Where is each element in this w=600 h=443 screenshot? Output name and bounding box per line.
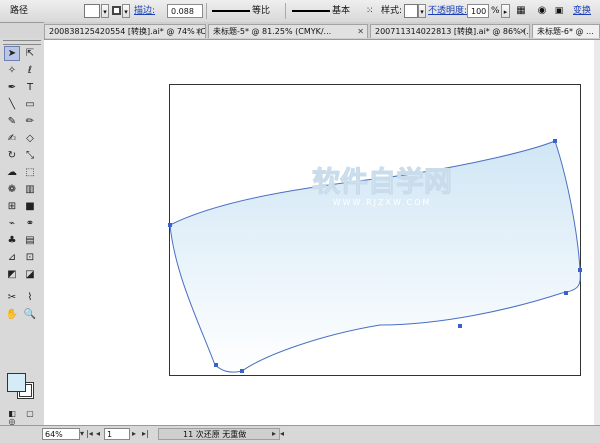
close-icon[interactable]: ✕ <box>195 25 202 38</box>
stroke-weight-field[interactable]: 0.088 <box>167 4 203 18</box>
tools-panel: ➤ ⇱ ✧ ℓ ✒ T ╲ ▭ ✎ ✏ ✍ ◇ ↻ ⤡ ☁ ⬚ ❁ ▥ ⊞ ■ ⌁ ⚭ ♣ ▤ ⊿ ⊡ ◩ ◪ ✂ ⌇ ✋ 🔍 ◧ ▢ ◎ <box>0 38 45 426</box>
live-paint-selection-icon[interactable]: ⊡ <box>22 250 38 265</box>
column-graph-tool-icon[interactable]: ▥ <box>22 182 38 197</box>
style-dropdown[interactable]: ▾ <box>418 4 426 18</box>
direct-selection-tool-icon[interactable]: ⇱ <box>22 46 38 61</box>
stroke-dropdown[interactable]: ▾ <box>122 4 130 18</box>
panel-grip[interactable] <box>3 40 41 45</box>
page-field[interactable]: 1 <box>104 428 130 440</box>
status-scroll-left-icon[interactable]: ◂ <box>280 428 284 440</box>
pencil-tool-icon[interactable]: ✏ <box>22 114 38 129</box>
vertical-scrollbar[interactable] <box>594 40 600 425</box>
blob-brush-tool-icon[interactable]: ✍ <box>4 131 20 146</box>
rotate-tool-icon[interactable]: ↻ <box>4 148 20 163</box>
tab-label: 未标题-5* @ 81.25% (CMYK/... <box>213 27 332 36</box>
fill-dropdown[interactable]: ▾ <box>101 4 109 18</box>
opacity-link[interactable]: 不透明度: <box>428 4 467 18</box>
graph-tool-icon[interactable]: ▤ <box>22 233 38 248</box>
lasso-tool-icon[interactable]: ℓ <box>22 63 38 78</box>
watermark-url: WWW.RJZXW.COM <box>333 198 432 207</box>
history-status[interactable]: 11 次还原 无重做 <box>158 428 280 440</box>
anchor-point[interactable] <box>240 369 244 373</box>
anchor-point[interactable] <box>458 324 462 328</box>
anchor-point[interactable] <box>214 363 218 367</box>
next-page-icon[interactable]: ▸ <box>132 428 136 440</box>
stroke-profile-select[interactable]: 等比 <box>210 4 286 18</box>
anchor-point[interactable] <box>578 268 582 272</box>
gradient-tool-icon[interactable]: ■ <box>22 199 38 214</box>
brush-select[interactable]: 基本 <box>290 4 366 18</box>
scale-tool-icon[interactable]: ⤡ <box>22 148 38 163</box>
opacity-unit: % <box>491 6 500 16</box>
fill-swatch[interactable] <box>84 4 100 18</box>
opacity-field[interactable]: 100 <box>467 4 489 18</box>
document-tab-bar: 200838125420554 [转换].ai* @ 74% (C... ✕ 未标… <box>44 22 600 40</box>
live-paint-tool-icon[interactable]: ⊿ <box>4 250 20 265</box>
anchor-point[interactable] <box>553 139 557 143</box>
line-segment-tool-icon[interactable]: ╲ <box>4 97 20 112</box>
watermark-title: 软件自学网 <box>312 165 452 198</box>
mesh-tool-icon[interactable]: ⊞ <box>4 199 20 214</box>
fill-color-box[interactable] <box>7 373 26 392</box>
transform-link[interactable]: 变换 <box>573 4 591 18</box>
redo-status: 无重做 <box>222 430 247 439</box>
type-tool-icon[interactable]: T <box>22 80 38 95</box>
style-label: 样式: <box>381 6 403 16</box>
last-page-icon[interactable]: ▸| <box>142 428 149 440</box>
align-icon[interactable]: ▣ <box>554 4 564 18</box>
document-setup-icon[interactable]: ▦ <box>516 4 526 18</box>
eyedropper-tool-icon[interactable]: ⌁ <box>4 216 20 231</box>
zoom-dropdown-icon[interactable]: ▾ <box>80 428 84 440</box>
warp-tool-icon[interactable]: ☁ <box>4 165 20 180</box>
zoom-tool-icon[interactable]: 🔍 <box>22 307 38 322</box>
object-type-label: 路径 <box>10 6 29 16</box>
opacity-dropdown[interactable]: ▸ <box>501 4 510 18</box>
stroke-link[interactable]: 描边: <box>134 4 155 18</box>
tab-label: 200711314022813 [转换].ai* @ 86% (... <box>375 27 530 36</box>
symbol-tool-icon[interactable]: ♣ <box>4 233 20 248</box>
canvas-area[interactable]: 软件自学网 WWW.RJZXW.COM <box>44 40 600 425</box>
stroke-swatch[interactable] <box>112 6 121 15</box>
rectangle-tool-icon[interactable]: ▭ <box>22 97 38 112</box>
status-menu-icon[interactable]: ▸ <box>272 428 276 440</box>
tab-document-4[interactable]: 未标题-6* @ ... <box>532 24 600 38</box>
screen-mode-icon[interactable]: ▢ <box>22 406 38 421</box>
recolor-icon[interactable]: ◉ <box>537 4 547 18</box>
stroke-profile-label: 等比 <box>252 6 271 16</box>
style-swatch[interactable] <box>404 4 418 18</box>
tab-document-2[interactable]: 未标题-5* @ 81.25% (CMYK/... ✕ <box>208 24 368 38</box>
knife-tool-icon[interactable]: ⌇ <box>22 290 38 305</box>
brush-options-icon[interactable]: ⁙ <box>366 4 376 18</box>
watermark: 软件自学网 WWW.RJZXW.COM <box>311 165 452 208</box>
hand-tool-icon[interactable]: ✋ <box>4 307 20 322</box>
tab-label: 未标题-6* @ ... <box>537 27 594 36</box>
history-count: 11 次还原 <box>183 430 223 439</box>
symbol-sprayer-tool-icon[interactable]: ❁ <box>4 182 20 197</box>
free-transform-tool-icon[interactable]: ⬚ <box>22 165 38 180</box>
scissors-tool-icon[interactable]: ✂ <box>4 290 20 305</box>
artboard-tool-icon[interactable]: ◩ <box>4 267 20 282</box>
tab-document-1[interactable]: 200838125420554 [转换].ai* @ 74% (C... ✕ <box>44 24 206 38</box>
blend-tool-icon[interactable]: ⚭ <box>22 216 38 231</box>
close-icon[interactable]: ✕ <box>357 25 364 38</box>
brush-label: 基本 <box>332 6 351 16</box>
magic-wand-tool-icon[interactable]: ✧ <box>4 63 20 78</box>
eraser-tool-icon[interactable]: ◇ <box>22 131 38 146</box>
control-bar: 路径 ▾ ▾ 描边: 0.088 等比 基本 ⁙ 样式: ▾ 不透明度: 100… <box>0 0 600 23</box>
first-page-icon[interactable]: |◂ <box>86 428 93 440</box>
pen-tool-icon[interactable]: ✒ <box>4 80 20 95</box>
prev-page-icon[interactable]: ◂ <box>96 428 100 440</box>
artwork[interactable]: 软件自学网 WWW.RJZXW.COM <box>168 85 582 375</box>
slice-tool-icon[interactable]: ◪ <box>22 267 38 282</box>
tab-label: 200838125420554 [转换].ai* @ 74% (C... <box>49 27 206 36</box>
artboard[interactable]: 软件自学网 WWW.RJZXW.COM <box>168 84 582 376</box>
selection-tool-icon[interactable]: ➤ <box>4 46 20 61</box>
status-bar: 64% ▾ |◂ ◂ 1 ▸ ▸| 11 次还原 无重做 ▸ ◂ <box>0 425 600 443</box>
close-icon[interactable]: ✕ <box>519 25 526 38</box>
paintbrush-tool-icon[interactable]: ✎ <box>4 114 20 129</box>
anchor-point[interactable] <box>564 291 568 295</box>
zoom-field[interactable]: 64% <box>42 428 80 440</box>
anchor-point[interactable] <box>168 223 172 227</box>
tab-document-3[interactable]: 200711314022813 [转换].ai* @ 86% (... ✕ <box>370 24 530 38</box>
